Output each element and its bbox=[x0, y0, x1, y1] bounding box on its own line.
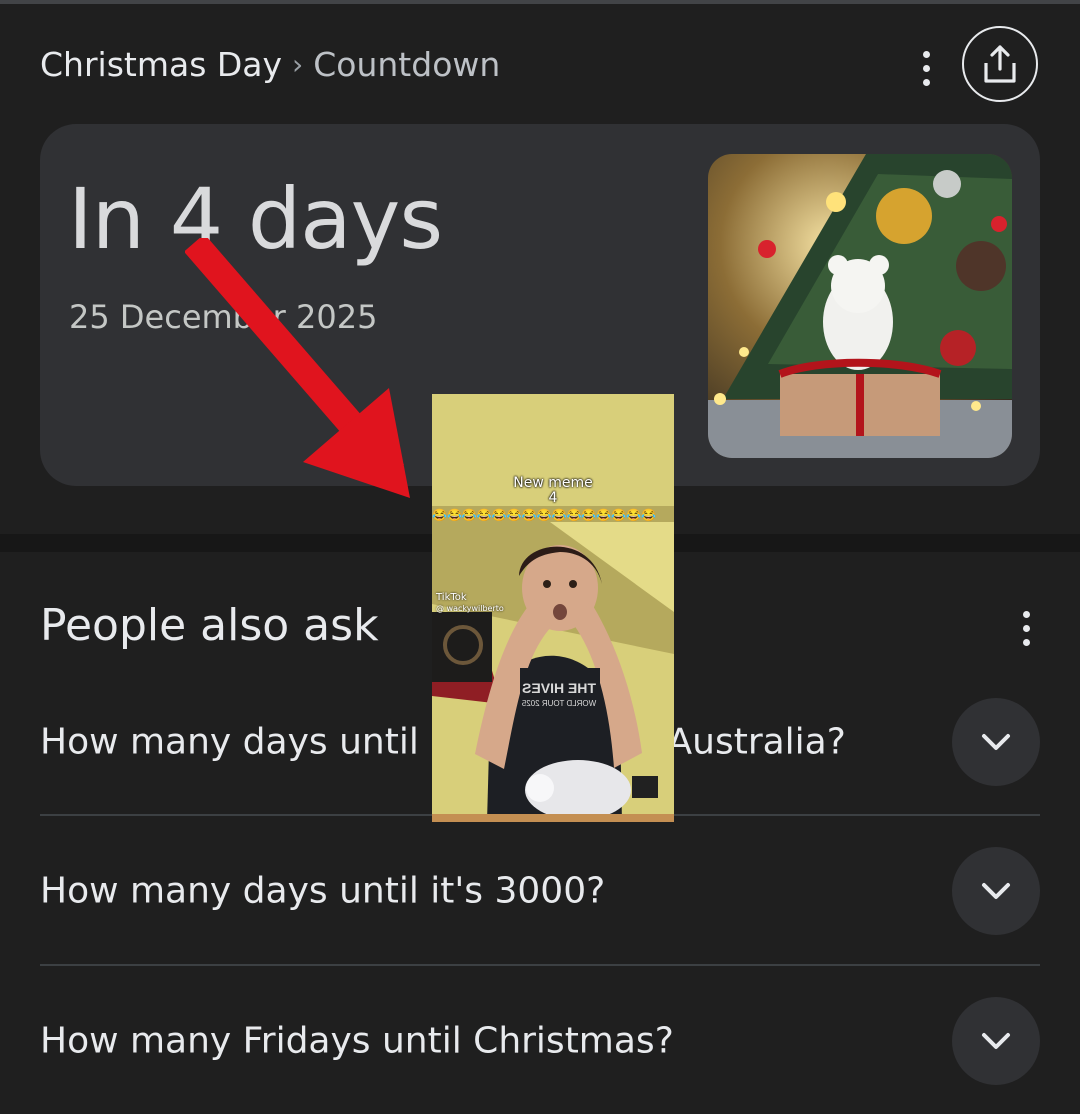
expand-question-button[interactable] bbox=[952, 847, 1040, 935]
share-icon bbox=[984, 45, 1016, 83]
shirt-subtext: WORLD TOUR 2025 bbox=[521, 699, 597, 708]
video-caption-title: New meme bbox=[513, 475, 593, 491]
video-caption: New meme 4 bbox=[432, 476, 674, 506]
people-also-ask-more-icon[interactable] bbox=[1019, 611, 1033, 646]
expand-question-button[interactable] bbox=[952, 997, 1040, 1085]
question-row[interactable]: How many days until it's 3000? bbox=[40, 816, 1040, 966]
countdown-date: 25 December 2025 bbox=[69, 298, 378, 336]
countdown-days: In 4 days bbox=[68, 170, 443, 268]
tiktok-watermark: TikTok @ wackywilberto bbox=[436, 592, 504, 614]
more-options-icon[interactable] bbox=[919, 51, 933, 86]
breadcrumb-parent[interactable]: Christmas Day bbox=[40, 45, 282, 84]
christmas-tree-image bbox=[708, 154, 1012, 458]
shirt-text: THE HIVES bbox=[522, 680, 596, 696]
breadcrumb: Christmas Day › Countdown bbox=[40, 40, 500, 88]
video-caption-number: 4 bbox=[548, 490, 558, 506]
expand-question-button[interactable] bbox=[952, 698, 1040, 786]
question-text: How many days until it's 3000? bbox=[40, 870, 606, 912]
chevron-down-icon bbox=[982, 734, 1010, 750]
laughing-emoji-row: 😂😂😂😂😂😂😂😂😂😂😂😂😂😂😂 bbox=[432, 508, 657, 522]
question-row[interactable]: How many Fridays until Christmas? bbox=[40, 966, 1040, 1114]
breadcrumb-separator: › bbox=[292, 47, 304, 81]
tiktok-handle: @ wackywilberto bbox=[436, 604, 504, 613]
share-button[interactable] bbox=[962, 26, 1038, 102]
chevron-down-icon bbox=[982, 1033, 1010, 1049]
top-divider bbox=[0, 0, 1080, 4]
people-also-ask-title: People also ask bbox=[40, 600, 379, 651]
question-text: How many Fridays until Christmas? bbox=[40, 1020, 674, 1062]
shirt-print: THE HIVES WORLD TOUR 2025 bbox=[514, 680, 604, 711]
tiktok-logo-label: TikTok bbox=[436, 592, 467, 603]
tiktok-video-overlay[interactable]: New meme 4 😂😂😂😂😂😂😂😂😂😂😂😂😂😂😂 TikTok @ wack… bbox=[432, 394, 674, 822]
breadcrumb-current: Countdown bbox=[313, 44, 501, 84]
chevron-down-icon bbox=[982, 883, 1010, 899]
